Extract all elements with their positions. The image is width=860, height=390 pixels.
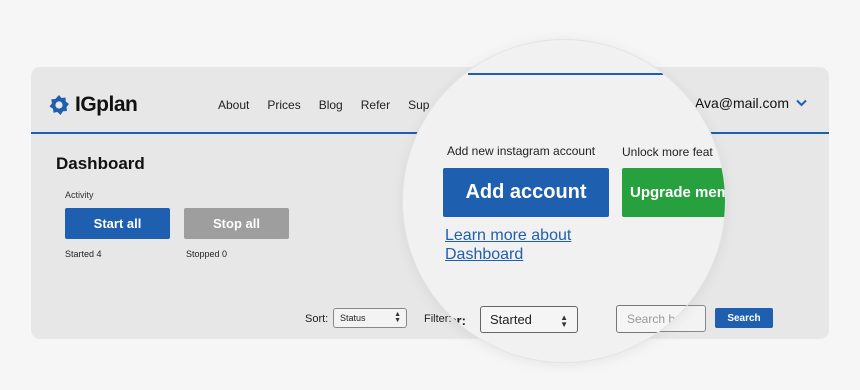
sort-value: Status bbox=[340, 313, 366, 323]
lens-filter-label: ter: bbox=[445, 313, 466, 328]
search-placeholder: Search b bbox=[627, 312, 676, 326]
started-count: Started 4 bbox=[65, 249, 102, 259]
magnifier-lens: Sup Add new instagram account Unlock mor… bbox=[403, 40, 725, 362]
filter-value: Started bbox=[490, 312, 532, 327]
page-title: Dashboard bbox=[56, 154, 145, 173]
search-button[interactable]: Search bbox=[715, 308, 773, 328]
learn-more-link[interactable]: Learn more about Dashboard bbox=[445, 226, 615, 264]
main-nav: About Prices Blog Refer Sup bbox=[218, 98, 429, 112]
lens-nav-fragment[interactable]: Sup bbox=[415, 97, 435, 109]
sort-select[interactable]: Status ▲ ▼ bbox=[333, 308, 407, 328]
unlock-caption: Unlock more feat bbox=[622, 145, 713, 159]
start-all-button[interactable]: Start all bbox=[65, 208, 170, 239]
chevron-down-icon bbox=[796, 99, 807, 107]
filter-select[interactable]: Started ▲ ▼ bbox=[480, 306, 578, 333]
search-input[interactable]: Search b bbox=[616, 305, 706, 333]
nav-item-about[interactable]: About bbox=[218, 98, 249, 112]
user-menu[interactable]: Ava@mail.com bbox=[695, 95, 807, 111]
stopped-count: Stopped 0 bbox=[186, 249, 228, 259]
brand-name: IGplan bbox=[75, 93, 138, 116]
stop-all-button[interactable]: Stop all bbox=[184, 208, 289, 239]
sort-label: Sort: bbox=[305, 313, 329, 325]
lens-header-divider bbox=[468, 73, 663, 75]
search-icon bbox=[686, 311, 702, 327]
nav-item-blog[interactable]: Blog bbox=[319, 98, 343, 112]
user-email: Ava@mail.com bbox=[694, 95, 789, 111]
select-arrows-icon: ▲ ▼ bbox=[394, 311, 401, 324]
activity-label: Activity bbox=[65, 190, 94, 200]
nav-item-refer[interactable]: Refer bbox=[361, 98, 390, 112]
upgrade-membership-button[interactable]: Upgrade mem bbox=[622, 168, 725, 217]
logo-gear-icon bbox=[49, 95, 69, 115]
brand-logo[interactable]: IGplan bbox=[48, 93, 138, 117]
select-arrows-icon: ▲ ▼ bbox=[560, 313, 568, 329]
add-account-caption: Add new instagram account bbox=[447, 144, 596, 158]
add-account-button[interactable]: Add account bbox=[443, 168, 609, 217]
nav-item-prices[interactable]: Prices bbox=[267, 98, 300, 112]
